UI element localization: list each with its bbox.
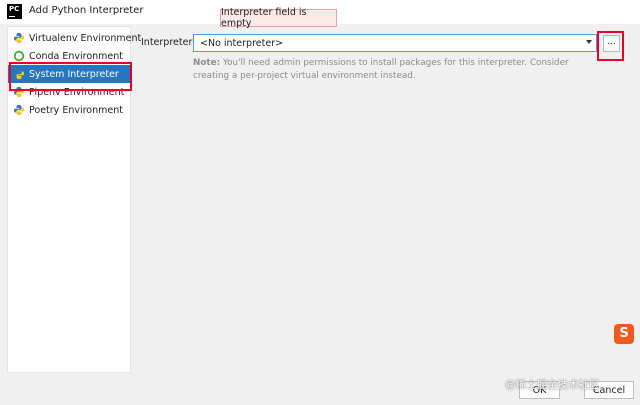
sidebar-item-label: Virtualenv Environment <box>29 32 142 44</box>
python-icon <box>14 33 24 43</box>
interpreter-value: <No interpreter> <box>200 37 284 49</box>
sidebar-item-label: Conda Environment <box>29 50 123 62</box>
browse-button[interactable]: ... <box>603 35 620 52</box>
note-prefix: Note: <box>193 58 221 68</box>
chevron-down-icon[interactable] <box>586 40 592 44</box>
sidebar-item-virtualenv[interactable]: Virtualenv Environment <box>8 29 141 47</box>
sidebar-item-system-interpreter[interactable]: System Interpreter <box>8 65 130 83</box>
note-text: You'll need admin permissions to install… <box>193 58 569 81</box>
interpreter-label: Interpreter: <box>141 37 196 48</box>
sidebar-item-label: System Interpreter <box>29 68 119 80</box>
pycharm-icon: PC <box>7 4 22 19</box>
sogou-ime-icon[interactable]: S <box>614 324 634 344</box>
window-title: Add Python Interpreter <box>29 5 144 16</box>
error-tooltip: Interpreter field is empty <box>220 7 337 29</box>
interpreter-dropdown[interactable]: <No interpreter> <box>193 34 597 52</box>
python-icon <box>14 105 24 115</box>
sidebar-item-pipenv[interactable]: Pipenv Environment <box>8 83 130 101</box>
python-icon <box>14 87 24 97</box>
sidebar-item-conda[interactable]: Conda Environment <box>8 47 130 65</box>
conda-ring-icon <box>13 50 25 62</box>
sidebar-item-label: Poetry Environment <box>29 104 123 116</box>
admin-note: Note: You'll need admin permissions to i… <box>193 57 603 83</box>
python-icon <box>14 69 24 79</box>
environment-list: Virtualenv Environment Conda Environment… <box>7 26 141 373</box>
sidebar-item-label: Pipenv Environment <box>29 86 125 98</box>
sidebar-item-poetry[interactable]: Poetry Environment <box>8 101 130 119</box>
watermark: @稀土掘金技术社区 <box>505 379 600 391</box>
